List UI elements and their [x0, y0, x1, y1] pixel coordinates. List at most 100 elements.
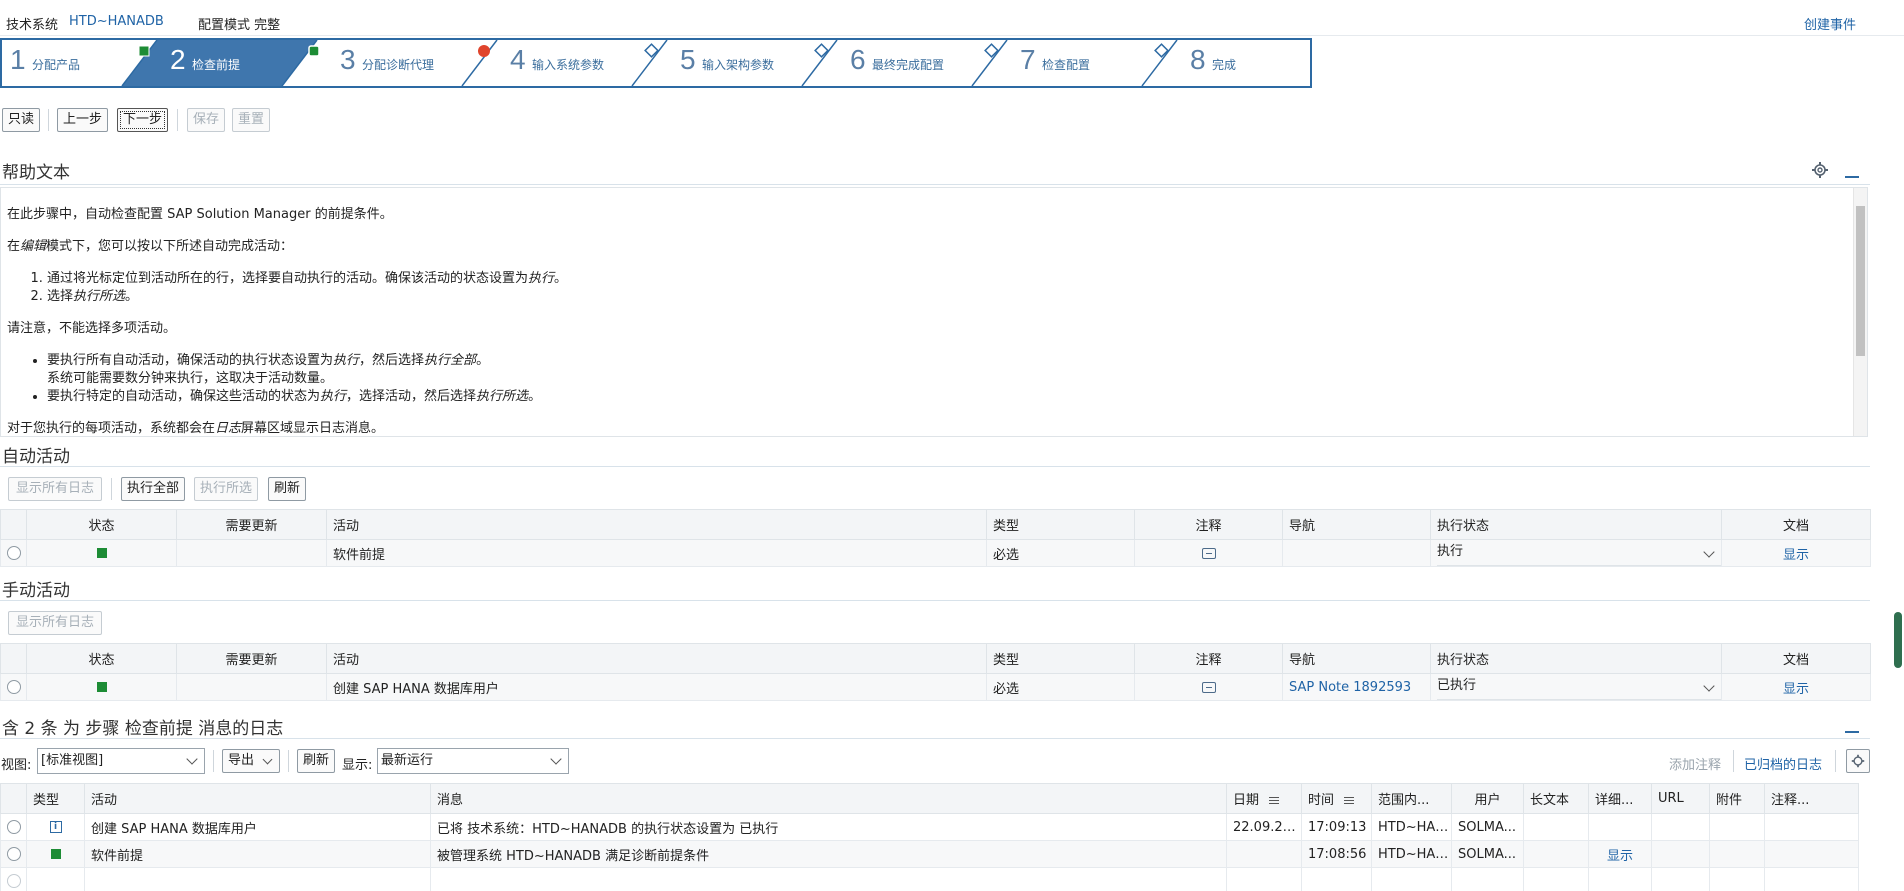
- chevron-down-icon: [262, 754, 273, 765]
- page-scroll-thumb[interactable]: [1894, 612, 1902, 668]
- column-header-activity[interactable]: 活动: [326, 643, 987, 674]
- column-header-date[interactable]: 日期: [1226, 783, 1302, 814]
- settings-gear-icon[interactable]: [1811, 161, 1829, 179]
- table-row[interactable]: 创建 SAP HANA 数据库用户 必选 SAP Note 1892593 已执…: [0, 673, 1871, 701]
- step-1[interactable]: 1 分配产品: [2, 40, 172, 86]
- show-all-logs-button[interactable]: 显示所有日志: [8, 477, 102, 501]
- column-header-user[interactable]: 用户: [1451, 783, 1524, 814]
- row-radio[interactable]: [6, 546, 21, 560]
- step-5[interactable]: 5 输入架构参数: [672, 40, 842, 86]
- step-7[interactable]: 7 检查配置: [1012, 40, 1182, 86]
- column-header-time[interactable]: 时间: [1301, 783, 1372, 814]
- column-header-attachment[interactable]: 附件: [1709, 783, 1765, 814]
- column-header-scope[interactable]: 范围内...: [1371, 783, 1452, 814]
- note-cell[interactable]: [1134, 673, 1283, 701]
- collapse-help-icon[interactable]: [1845, 176, 1859, 178]
- row-select-cell[interactable]: [0, 867, 27, 891]
- next-step-button[interactable]: 下一步: [117, 108, 168, 132]
- step-3[interactable]: 3 分配诊断代理: [332, 40, 502, 86]
- column-header-type[interactable]: 类型: [26, 783, 85, 814]
- detail-cell[interactable]: 显示: [1588, 840, 1652, 868]
- table-row[interactable]: [0, 867, 1859, 891]
- system-name-link[interactable]: HTD~HANADB: [69, 14, 164, 29]
- show-run-dropdown[interactable]: 最新运行: [377, 748, 569, 774]
- column-header-navigation[interactable]: 导航: [1282, 509, 1431, 540]
- row-radio[interactable]: [6, 874, 21, 888]
- row-radio[interactable]: [6, 680, 21, 694]
- note-cell[interactable]: [1134, 539, 1283, 567]
- doc-cell[interactable]: 显示: [1721, 673, 1871, 701]
- row-select-cell[interactable]: [0, 840, 27, 868]
- column-header-note[interactable]: 注释...: [1764, 783, 1859, 814]
- log-refresh-button[interactable]: 刷新: [297, 749, 335, 773]
- row-select-cell[interactable]: [0, 539, 27, 567]
- sap-note-link[interactable]: SAP Note 1892593: [1289, 680, 1411, 695]
- column-header-detail[interactable]: 详细...: [1588, 783, 1652, 814]
- detail-show-link[interactable]: 显示: [1607, 849, 1633, 864]
- page-scrollbar[interactable]: [1892, 60, 1904, 891]
- table-row[interactable]: i 创建 SAP HANA 数据库用户 已将 技术系统：HTD~HANADB 的…: [0, 813, 1859, 841]
- step-8-number: 8: [1190, 44, 1206, 75]
- url-cell: [1651, 813, 1710, 841]
- doc-cell[interactable]: 显示: [1721, 539, 1871, 567]
- doc-show-link[interactable]: 显示: [1783, 548, 1809, 563]
- row-radio[interactable]: [6, 847, 21, 861]
- save-button[interactable]: 保存: [187, 108, 225, 132]
- column-header-long-text[interactable]: 长文本: [1523, 783, 1589, 814]
- column-header-status[interactable]: 状态: [26, 509, 177, 540]
- exec-status-select[interactable]: 已执行: [1437, 675, 1721, 700]
- filter-icon[interactable]: [1344, 796, 1355, 805]
- show-all-logs-button[interactable]: 显示所有日志: [8, 611, 102, 635]
- column-header-message[interactable]: 消息: [430, 783, 1227, 814]
- view-dropdown[interactable]: [标准视图]: [37, 748, 205, 774]
- note-icon[interactable]: [1201, 681, 1216, 693]
- help-scroll-thumb[interactable]: [1856, 206, 1865, 356]
- note-icon[interactable]: [1201, 547, 1216, 559]
- row-radio[interactable]: [6, 820, 21, 834]
- column-header-url[interactable]: URL: [1651, 783, 1710, 814]
- add-note-link[interactable]: 添加注释: [1669, 754, 1721, 773]
- column-header-type[interactable]: 类型: [986, 509, 1135, 540]
- step-7-number: 7: [1020, 44, 1036, 75]
- readonly-button[interactable]: 只读: [2, 108, 40, 132]
- column-header-needs-update[interactable]: 需要更新: [176, 509, 327, 540]
- export-menu-button[interactable]: 导出: [222, 749, 280, 773]
- step-4[interactable]: 4 输入系统参数: [502, 40, 672, 86]
- prev-step-button[interactable]: 上一步: [57, 108, 108, 132]
- exec-status-cell[interactable]: 执行: [1430, 539, 1722, 567]
- log-settings-button[interactable]: [1846, 749, 1870, 773]
- column-header-doc[interactable]: 文档: [1721, 643, 1871, 674]
- column-header-type[interactable]: 类型: [986, 643, 1135, 674]
- table-row[interactable]: 软件前提 必选 执行 显示: [0, 539, 1871, 567]
- doc-show-link[interactable]: 显示: [1783, 682, 1809, 697]
- step-2[interactable]: 2 检查前提: [162, 40, 332, 86]
- column-header-needs-update[interactable]: 需要更新: [176, 643, 327, 674]
- row-select-cell[interactable]: [0, 813, 27, 841]
- chevron-down-icon: [186, 753, 198, 765]
- filter-icon[interactable]: [1269, 796, 1280, 805]
- row-select-cell[interactable]: [0, 673, 27, 701]
- execute-selected-button[interactable]: 执行所选: [194, 477, 258, 501]
- column-header-navigation[interactable]: 导航: [1282, 643, 1431, 674]
- reset-button[interactable]: 重置: [232, 108, 270, 132]
- exec-status-cell[interactable]: 已执行: [1430, 673, 1722, 701]
- step-8[interactable]: 8 完成: [1182, 40, 1310, 86]
- column-header-note[interactable]: 注释: [1134, 509, 1283, 540]
- column-header-activity[interactable]: 活动: [326, 509, 987, 540]
- column-header-note[interactable]: 注释: [1134, 643, 1283, 674]
- column-header-exec-status[interactable]: 执行状态: [1430, 643, 1722, 674]
- table-row[interactable]: 软件前提 被管理系统 HTD~HANADB 满足诊断前提条件 17:08:56 …: [0, 840, 1859, 868]
- column-header-exec-status[interactable]: 执行状态: [1430, 509, 1722, 540]
- help-scrollbar[interactable]: [1853, 188, 1867, 436]
- refresh-button[interactable]: 刷新: [268, 477, 306, 501]
- column-header-doc[interactable]: 文档: [1721, 509, 1871, 540]
- column-header-activity[interactable]: 活动: [84, 783, 431, 814]
- create-event-link[interactable]: 创建事件: [1804, 14, 1856, 33]
- navigation-cell[interactable]: SAP Note 1892593: [1282, 673, 1431, 701]
- step-6[interactable]: 6 最终完成配置: [842, 40, 1012, 86]
- column-header-status[interactable]: 状态: [26, 643, 177, 674]
- exec-status-select[interactable]: 执行: [1437, 541, 1721, 566]
- execute-all-button[interactable]: 执行全部: [121, 477, 185, 501]
- archived-logs-link[interactable]: 已归档的日志: [1744, 754, 1822, 773]
- collapse-log-icon[interactable]: [1845, 731, 1859, 733]
